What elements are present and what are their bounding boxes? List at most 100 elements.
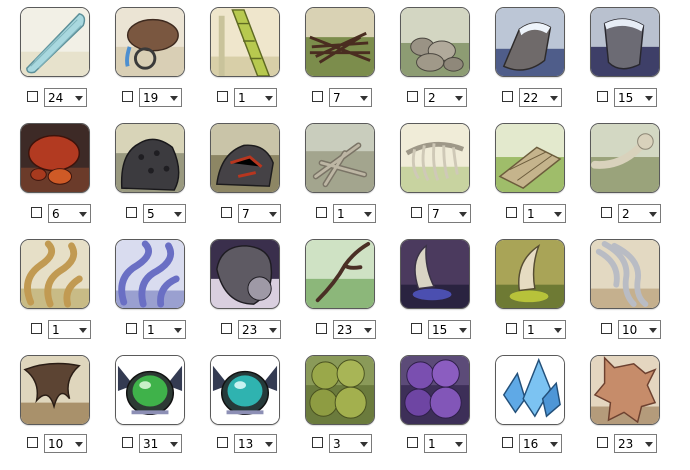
select-checkbox[interactable]	[601, 323, 612, 334]
river-slate-icon[interactable]	[590, 7, 660, 77]
select-checkbox[interactable]	[506, 323, 517, 334]
item-cell: 1	[20, 239, 116, 354]
wooden-planks-icon[interactable]	[495, 123, 565, 193]
skull-bone-icon[interactable]	[590, 123, 660, 193]
select-checkbox[interactable]	[312, 437, 323, 448]
quantity-select[interactable]: 1	[48, 320, 91, 339]
quantity-select[interactable]: 15	[614, 88, 657, 107]
item-cell: 15	[400, 239, 496, 354]
quantity-select[interactable]: 10	[618, 320, 661, 339]
quantity-value: 19	[143, 91, 159, 105]
select-checkbox[interactable]	[316, 207, 327, 218]
volcanic-rock-icon[interactable]	[115, 123, 185, 193]
item-cell: 23	[305, 239, 401, 354]
forked-branch-icon[interactable]	[305, 239, 375, 309]
quantity-select[interactable]: 19	[139, 88, 182, 107]
quantity-select[interactable]: 7	[428, 204, 471, 223]
select-checkbox[interactable]	[221, 207, 232, 218]
quantity-select[interactable]: 23	[333, 320, 376, 339]
select-checkbox[interactable]	[31, 323, 42, 334]
quantity-select[interactable]: 1	[234, 88, 277, 107]
dragonfly-wing-icon[interactable]	[20, 7, 90, 77]
twig-bundle-icon[interactable]	[305, 7, 375, 77]
select-checkbox[interactable]	[122, 91, 133, 102]
quantity-select[interactable]: 1	[143, 320, 186, 339]
blue-crystal-icon[interactable]	[495, 355, 565, 425]
quantity-select[interactable]: 1	[523, 320, 566, 339]
brown-fur-tuft-icon[interactable]	[20, 355, 90, 425]
select-checkbox[interactable]	[27, 91, 38, 102]
select-checkbox[interactable]	[597, 91, 608, 102]
select-checkbox[interactable]	[126, 207, 137, 218]
quantity-value: 31	[143, 437, 159, 451]
hide-pelt-icon[interactable]	[590, 355, 660, 425]
magma-rock-pile-icon[interactable]	[210, 123, 280, 193]
shadow-horn-icon[interactable]	[400, 239, 470, 309]
quantity-select[interactable]: 2	[618, 204, 661, 223]
select-checkbox[interactable]	[122, 437, 133, 448]
quantity-select[interactable]: 15	[428, 320, 471, 339]
quantity-select[interactable]: 24	[44, 88, 87, 107]
select-checkbox[interactable]	[601, 207, 612, 218]
item-cell: 5	[115, 123, 211, 238]
quantity-select[interactable]: 1	[333, 204, 376, 223]
quantity-select[interactable]: 2	[424, 88, 467, 107]
teal-scarab-icon[interactable]	[210, 355, 280, 425]
quantity-select[interactable]: 1	[523, 204, 566, 223]
icy-stone-icon[interactable]	[495, 7, 565, 77]
select-checkbox[interactable]	[411, 323, 422, 334]
tan-wisp-icon[interactable]	[20, 239, 90, 309]
select-checkbox[interactable]	[407, 91, 418, 102]
chevron-down-icon	[75, 442, 83, 447]
select-checkbox[interactable]	[221, 323, 232, 334]
purple-moss-icon[interactable]	[400, 355, 470, 425]
quantity-select[interactable]: 22	[519, 88, 562, 107]
select-checkbox[interactable]	[27, 437, 38, 448]
silver-wisp-icon[interactable]	[590, 239, 660, 309]
indigo-wisp-icon[interactable]	[115, 239, 185, 309]
chevron-down-icon	[170, 96, 178, 101]
quantity-select[interactable]: 7	[238, 204, 281, 223]
select-checkbox[interactable]	[31, 207, 42, 218]
quantity-select[interactable]: 3	[329, 434, 372, 453]
quantity-select[interactable]: 16	[519, 434, 562, 453]
select-checkbox[interactable]	[217, 91, 228, 102]
ribcage-icon[interactable]	[400, 123, 470, 193]
chevron-down-icon	[360, 96, 368, 101]
select-checkbox[interactable]	[502, 91, 513, 102]
select-checkbox[interactable]	[217, 437, 228, 448]
waterskin-icon[interactable]	[115, 7, 185, 77]
select-checkbox[interactable]	[316, 323, 327, 334]
quantity-select[interactable]: 7	[329, 88, 372, 107]
quantity-select[interactable]: 10	[44, 434, 87, 453]
select-checkbox[interactable]	[597, 437, 608, 448]
chevron-down-icon	[174, 328, 182, 333]
select-checkbox[interactable]	[502, 437, 513, 448]
rock-pile-icon[interactable]	[400, 7, 470, 77]
bamboo-stalk-icon[interactable]	[210, 7, 280, 77]
bone-pile-icon[interactable]	[305, 123, 375, 193]
green-moss-icon[interactable]	[305, 355, 375, 425]
ember-rocks-icon[interactable]	[20, 123, 90, 193]
select-checkbox[interactable]	[126, 323, 137, 334]
chevron-down-icon	[79, 212, 87, 217]
select-checkbox[interactable]	[312, 91, 323, 102]
quantity-value: 7	[432, 207, 440, 221]
select-checkbox[interactable]	[407, 437, 418, 448]
select-checkbox[interactable]	[506, 207, 517, 218]
quantity-select[interactable]: 31	[139, 434, 182, 453]
item-cell: 1	[210, 7, 306, 122]
quantity-select[interactable]: 13	[234, 434, 277, 453]
quantity-select[interactable]: 5	[143, 204, 186, 223]
quantity-value: 7	[333, 91, 341, 105]
quantity-select[interactable]: 23	[614, 434, 657, 453]
dark-meteorite-icon[interactable]	[210, 239, 280, 309]
quantity-select[interactable]: 23	[238, 320, 281, 339]
green-scarab-icon[interactable]	[115, 355, 185, 425]
select-checkbox[interactable]	[411, 207, 422, 218]
quantity-select[interactable]: 6	[48, 204, 91, 223]
quantity-value: 15	[432, 323, 448, 337]
quantity-select[interactable]: 1	[424, 434, 467, 453]
inventory-grid: 24 19 1 7 2 22 15 6 5 7 1 7 1 2 1 1 23 23 15…	[0, 0, 690, 461]
swamp-horn-icon[interactable]	[495, 239, 565, 309]
